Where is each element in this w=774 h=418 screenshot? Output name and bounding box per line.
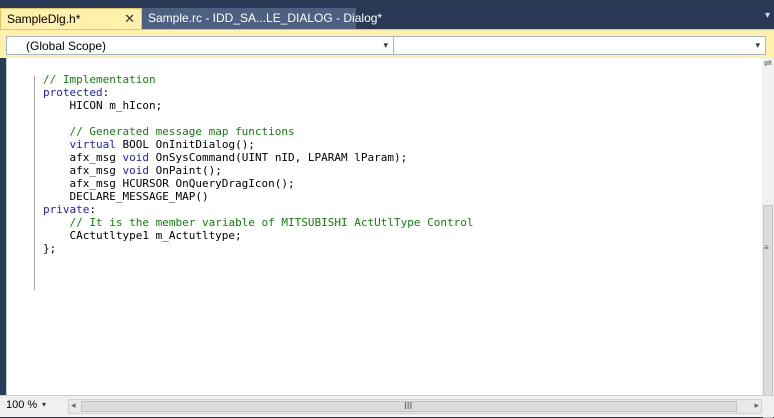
keyword-token: protected xyxy=(43,86,103,99)
chevron-down-icon: ▾ xyxy=(42,400,47,409)
keyword-token: virtual xyxy=(69,138,116,151)
code-line[interactable]: // It is the member variable of MITSUBIS… xyxy=(43,216,474,229)
horizontal-scroll-thumb[interactable]: III xyxy=(81,401,737,412)
code-token: afx_msg HCURSOR OnQueryDragIcon(); xyxy=(43,177,295,190)
zoom-dropdown[interactable]: 100 % ▾ xyxy=(6,399,66,415)
tab-label: Sample.rc - IDD_SA...LE_DIALOG - Dialog* xyxy=(148,11,383,25)
code-line[interactable]: afx_msg HCURSOR OnQueryDragIcon(); xyxy=(43,177,473,190)
keyword-token: void xyxy=(122,164,149,177)
scroll-grip-icon: III xyxy=(404,401,413,412)
comment-token: // Generated message map functions xyxy=(69,125,295,138)
tab-sampledlg-h[interactable]: SampleDlg.h* ✕ xyxy=(0,8,142,29)
code-line[interactable]: protected: xyxy=(43,86,473,99)
code-line[interactable]: afx_msg void OnPaint(); xyxy=(43,164,473,177)
scope-dropdown[interactable]: (Global Scope) ▾ xyxy=(6,36,394,55)
comment-token: // It is the member variable of MITSUBIS… xyxy=(69,216,474,229)
split-window-icon[interactable]: ⇌ xyxy=(762,58,774,69)
document-tab-strip: SampleDlg.h* ✕ Sample.rc - IDD_SA...LE_D… xyxy=(0,0,774,29)
code-token: CActutltype1 m_Actutltype; xyxy=(43,229,242,242)
editor-bottom-bar: 100 % ▾ ◂ III ▸ xyxy=(0,395,774,417)
code-line[interactable]: // Generated message map functions xyxy=(43,125,473,138)
close-tab-icon[interactable]: ✕ xyxy=(124,11,135,27)
tab-label: SampleDlg.h* xyxy=(7,12,81,26)
code-token: DECLARE_MESSAGE_MAP() xyxy=(43,190,209,203)
code-line[interactable]: // Implementation xyxy=(43,73,473,86)
code-line[interactable]: private: xyxy=(43,203,473,216)
code-line[interactable]: virtual BOOL OnInitDialog(); xyxy=(43,138,473,151)
members-dropdown[interactable]: ▾ xyxy=(394,36,766,55)
code-line[interactable] xyxy=(43,112,473,125)
code-token: }; xyxy=(43,242,57,255)
comment-token: // Implementation xyxy=(43,73,156,86)
code-editor[interactable]: // Implementation protected: HICON m_hIco… xyxy=(6,58,762,395)
code-token: : xyxy=(89,203,96,216)
outline-collapse-line xyxy=(34,76,35,290)
code-line[interactable]: HICON m_hIcon; xyxy=(43,99,473,112)
chevron-down-icon: ▾ xyxy=(755,40,760,50)
code-text[interactable]: // Implementation protected: HICON m_hIco… xyxy=(43,73,473,255)
code-token: : xyxy=(102,86,110,99)
code-token: BOOL OnInitDialog(); xyxy=(115,138,255,151)
scope-dropdown-value: (Global Scope) xyxy=(26,39,107,53)
navigation-bar: (Global Scope) ▾ ▾ xyxy=(0,29,774,58)
scroll-right-icon[interactable]: ▸ xyxy=(754,400,759,411)
code-line[interactable]: DECLARE_MESSAGE_MAP() xyxy=(43,190,473,203)
keyword-token: void xyxy=(122,151,149,164)
scroll-left-icon[interactable]: ◂ xyxy=(71,400,76,411)
code-line[interactable]: CActutltype1 m_Actutltype; xyxy=(43,229,473,242)
tab-overflow-dropdown-icon[interactable]: ▾ xyxy=(765,10,770,21)
vertical-scroll-thumb[interactable] xyxy=(763,205,773,418)
code-token: OnSysCommand(UINT nID, LPARAM lParam); xyxy=(148,151,408,164)
scroll-grip-icon: ≡ xyxy=(764,243,769,252)
vertical-scrollbar[interactable]: ⇌ ≡ xyxy=(762,58,774,418)
code-token: afx_msg xyxy=(43,151,123,164)
tab-sample-rc-dialog[interactable]: Sample.rc - IDD_SA...LE_DIALOG - Dialog* xyxy=(142,8,382,29)
code-token: HICON m_hIcon; xyxy=(43,99,163,112)
code-token: OnPaint(); xyxy=(148,164,222,177)
code-token: afx_msg xyxy=(43,164,123,177)
code-line[interactable]: }; xyxy=(43,242,473,255)
keyword-token: private xyxy=(43,203,90,216)
zoom-value: 100 % xyxy=(6,399,38,411)
horizontal-scrollbar[interactable]: ◂ III ▸ xyxy=(68,399,762,414)
code-line[interactable]: afx_msg void OnSysCommand(UINT nID, LPAR… xyxy=(43,151,473,164)
chevron-down-icon: ▾ xyxy=(383,40,388,50)
